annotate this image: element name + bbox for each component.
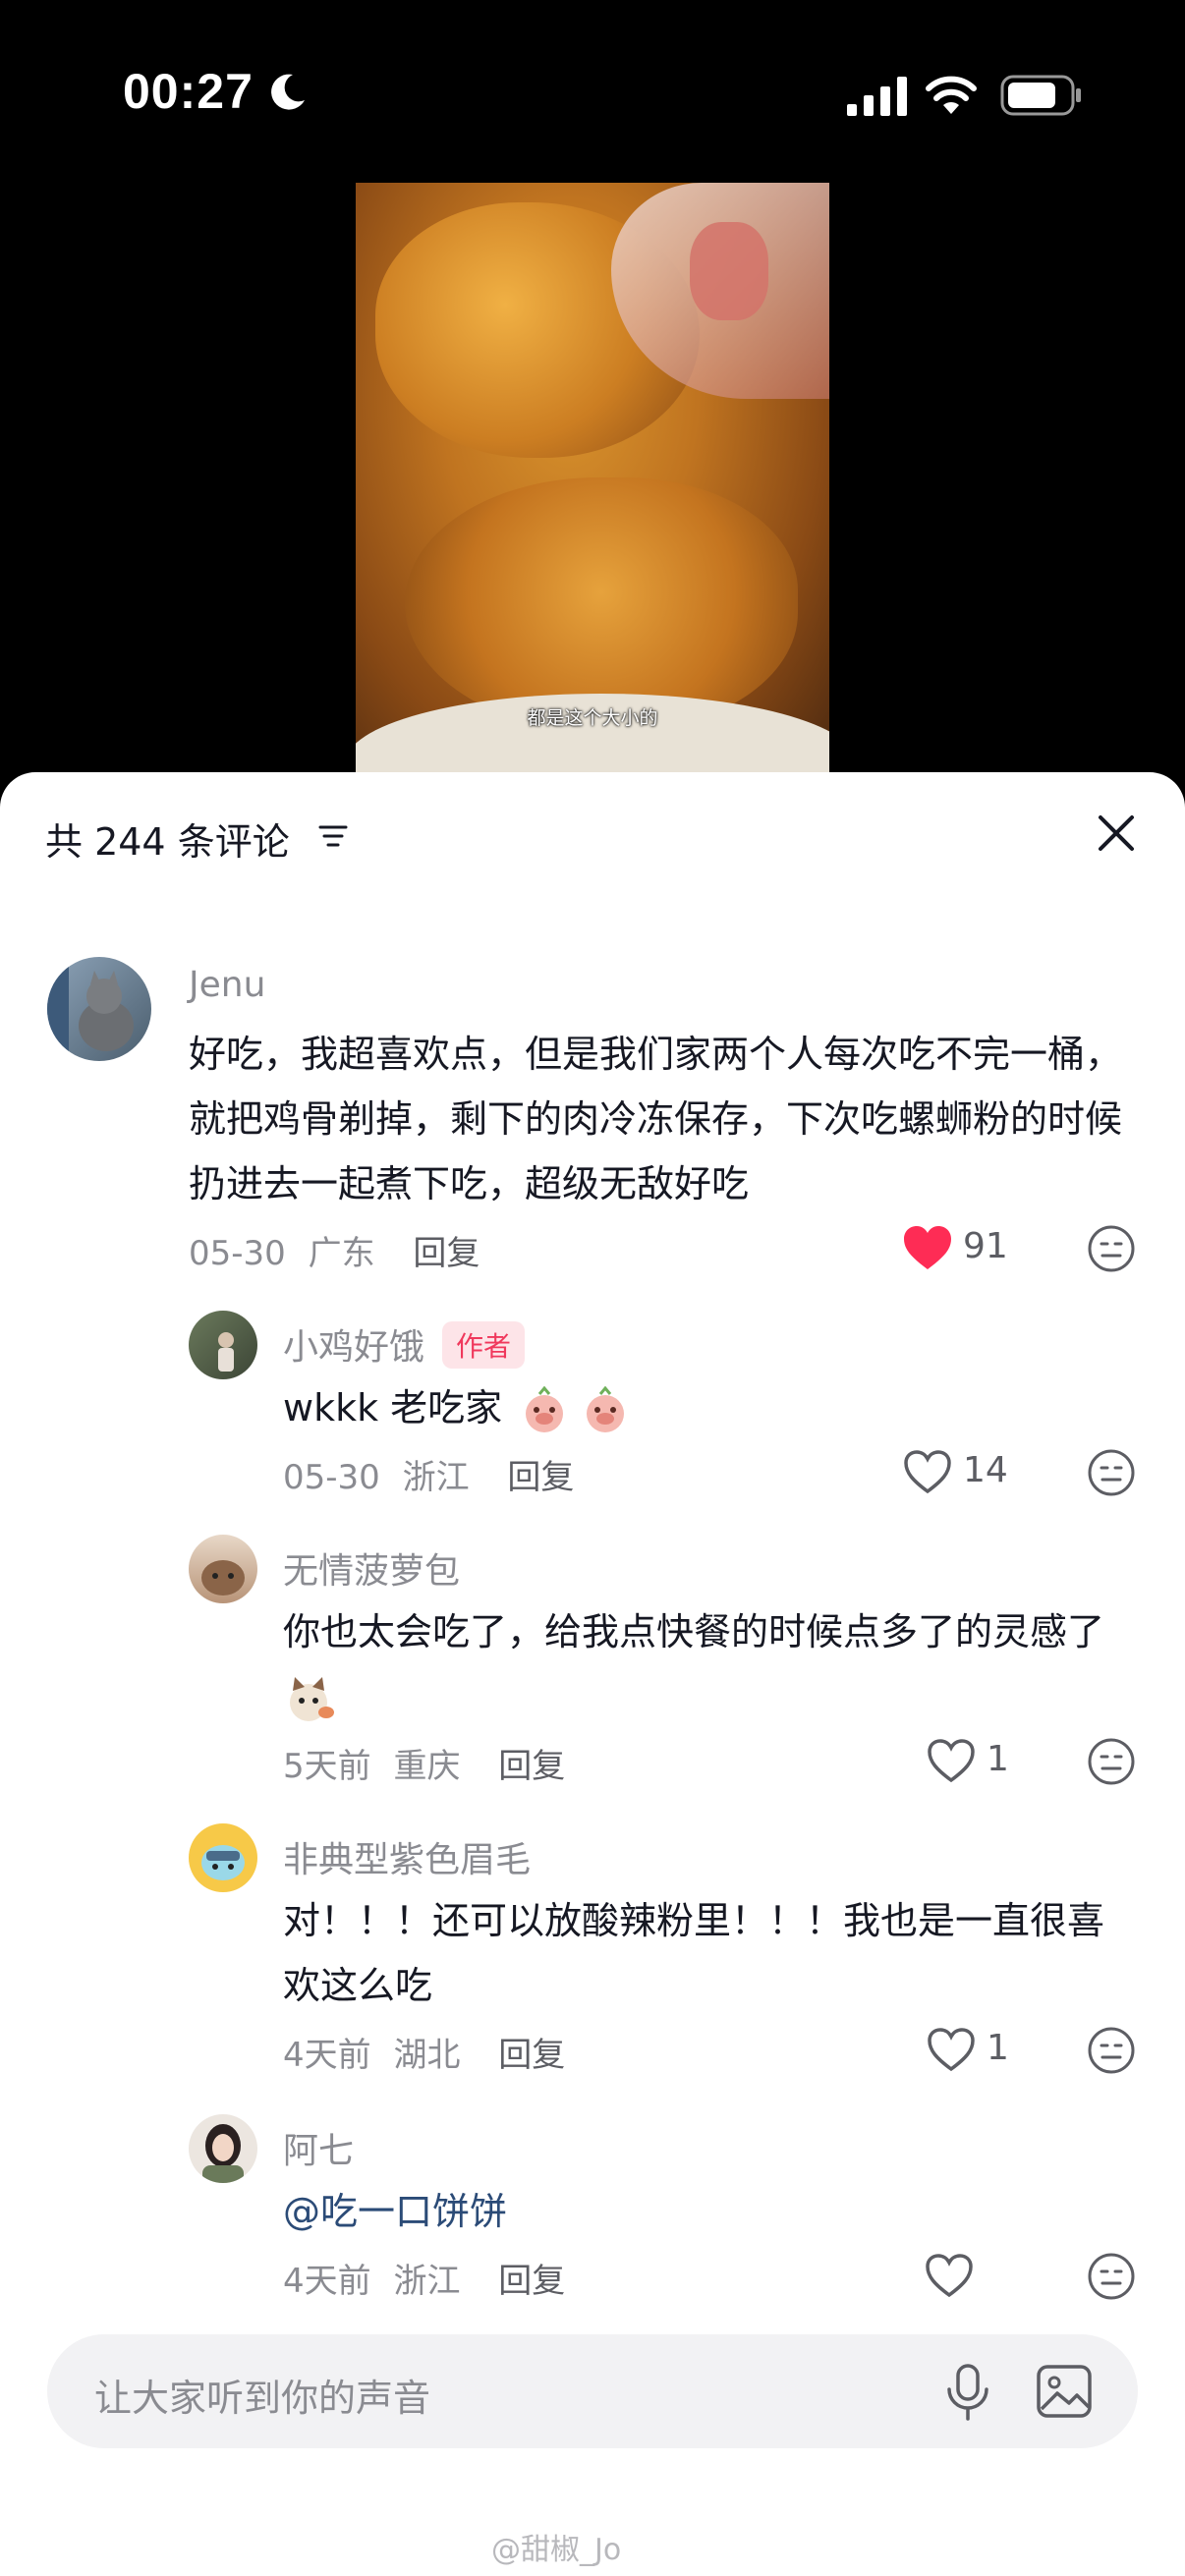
moon-icon (271, 74, 305, 110)
cartoon-avatar-icon (201, 1845, 245, 1880)
reply-button[interactable]: 回复 (498, 2262, 565, 2301)
reply-meta: 4天前 浙江 回复 (283, 2254, 565, 2302)
like-heart-icon[interactable] (926, 1737, 977, 1784)
cat-avatar-icon (47, 957, 134, 1061)
comment-input-bar[interactable]: 让大家听到你的声音 (47, 2334, 1138, 2448)
reply-meta: 5天前 重庆 回复 (283, 1739, 565, 1787)
reply-author[interactable]: 无情菠萝包 (283, 1542, 460, 1594)
reply-date: 4天前 (283, 2262, 371, 2301)
reply-button[interactable]: 回复 (498, 1747, 565, 1786)
image-upload-icon[interactable] (1036, 2364, 1093, 2419)
like-heart-icon[interactable] (924, 2252, 975, 2299)
reply-button[interactable]: 回复 (507, 1458, 574, 1497)
comment-location: 广东 (308, 1234, 375, 1273)
emoji-reaction-icon[interactable] (1087, 1448, 1136, 1497)
battery-icon (1000, 75, 1081, 116)
video-subtitle: 都是这个大小的 (527, 707, 658, 729)
status-time: 00:27 (123, 64, 254, 119)
reply-item: 非典型紫色眉毛 对！！！还可以放酸辣粉里！！！我也是一直很喜欢这么吃 4天前 湖… (0, 1820, 1185, 2085)
like-count: 1 (987, 2028, 1009, 2068)
emoji-reaction-icon[interactable] (1087, 1224, 1136, 1273)
reply-mention[interactable]: @吃一口饼饼 (283, 2179, 1128, 2244)
avatar[interactable] (189, 1535, 257, 1603)
weibo-watermark: @甜椒_Jo (491, 2533, 622, 2567)
reply-author-name[interactable]: 小鸡好饿 (283, 1327, 424, 1368)
like-count: 91 (963, 1226, 1008, 1266)
reply-text: 你也太会吃了，给我点快餐的时候点多了的灵感了 (283, 1599, 1128, 1729)
animal-avatar-icon (201, 1560, 245, 1596)
avatar[interactable] (47, 957, 151, 1061)
video-frame-hand (690, 222, 768, 320)
like-count: 1 (987, 1739, 1009, 1779)
comment-meta: 05-30 广东 回复 (189, 1226, 480, 1274)
status-bar: 00:27 (0, 0, 1185, 187)
like-count: 14 (963, 1450, 1008, 1490)
like-heart-icon[interactable] (926, 2026, 977, 2073)
person-avatar-icon (202, 2124, 244, 2183)
reply-location: 湖北 (393, 2036, 461, 2075)
sort-filter-icon[interactable] (316, 819, 350, 853)
comment-input-placeholder[interactable]: 让大家听到你的声音 (94, 2368, 430, 2422)
person-avatar-icon (218, 1332, 234, 1372)
microphone-icon[interactable] (941, 2362, 994, 2423)
cat-sticker-icon (290, 1676, 334, 1721)
emoji-reaction-icon[interactable] (1087, 2026, 1136, 2075)
reply-text: wkkk 老吃家 (283, 1375, 1138, 1440)
comment-author[interactable]: Jenu (189, 965, 265, 1005)
avatar[interactable] (189, 2114, 257, 2183)
author-badge: 作者 (442, 1321, 526, 1369)
reply-date: 05-30 (283, 1458, 380, 1497)
pig-sticker-icon (587, 1385, 625, 1432)
reply-location: 浙江 (402, 1458, 470, 1497)
comment-item: Jenu 好吃，我超喜欢点，但是我们家两个人每次吃不完一桶，就把鸡骨剃掉，剩下的… (0, 953, 1185, 1277)
reply-item: 小鸡好饿 作者 wkkk 老吃家 05-30 浙江 回复 14 (0, 1307, 1185, 1503)
avatar[interactable] (189, 1311, 257, 1379)
reply-text: 对！！！还可以放酸辣粉里！！！我也是一直很喜欢这么吃 (283, 1899, 1105, 2007)
like-heart-icon[interactable] (902, 1224, 953, 1271)
like-heart-icon[interactable] (902, 1448, 953, 1495)
cellular-signal-icon (847, 77, 907, 116)
video-player[interactable]: 都是这个大小的 (356, 183, 829, 772)
wifi-icon (926, 76, 977, 114)
reply-location: 重庆 (393, 1747, 461, 1786)
comment-text: 好吃，我超喜欢点，但是我们家两个人每次吃不完一桶，就把鸡骨剃掉，剩下的肉冷冻保存… (189, 1033, 1123, 1205)
reply-author[interactable]: 阿七 (283, 2122, 354, 2173)
reply-meta: 4天前 湖北 回复 (283, 2028, 565, 2076)
comment-date: 05-30 (189, 1234, 286, 1273)
reply-author[interactable]: 小鸡好饿 作者 (283, 1318, 526, 1372)
reply-item: 无情菠萝包 你也太会吃了，给我点快餐的时候点多了的灵感了 5天前 重庆 回复 1 (0, 1531, 1185, 1796)
reply-date: 4天前 (283, 2036, 371, 2075)
reply-meta: 05-30 浙江 回复 (283, 1450, 574, 1498)
reply-text-content: wkkk 老吃家 (283, 1386, 503, 1429)
reply-button[interactable]: 回复 (413, 1234, 480, 1273)
pig-sticker-icon (526, 1385, 564, 1432)
emoji-reaction-icon[interactable] (1087, 1737, 1136, 1786)
reply-text-content: 你也太会吃了，给我点快餐的时候点多了的灵感了 (283, 1610, 1105, 1653)
reply-item: 阿七 @吃一口饼饼 4天前 浙江 回复 (0, 2110, 1185, 2307)
avatar[interactable] (189, 1823, 257, 1892)
reply-author[interactable]: 非典型紫色眉毛 (283, 1831, 531, 1882)
comments-count-title: 共 244 条评论 (45, 820, 290, 864)
emoji-reaction-icon[interactable] (1087, 2252, 1136, 2301)
reply-button[interactable]: 回复 (498, 2036, 565, 2075)
reply-date: 5天前 (283, 1747, 371, 1786)
close-icon[interactable] (1095, 812, 1138, 855)
reply-location: 浙江 (393, 2262, 461, 2301)
